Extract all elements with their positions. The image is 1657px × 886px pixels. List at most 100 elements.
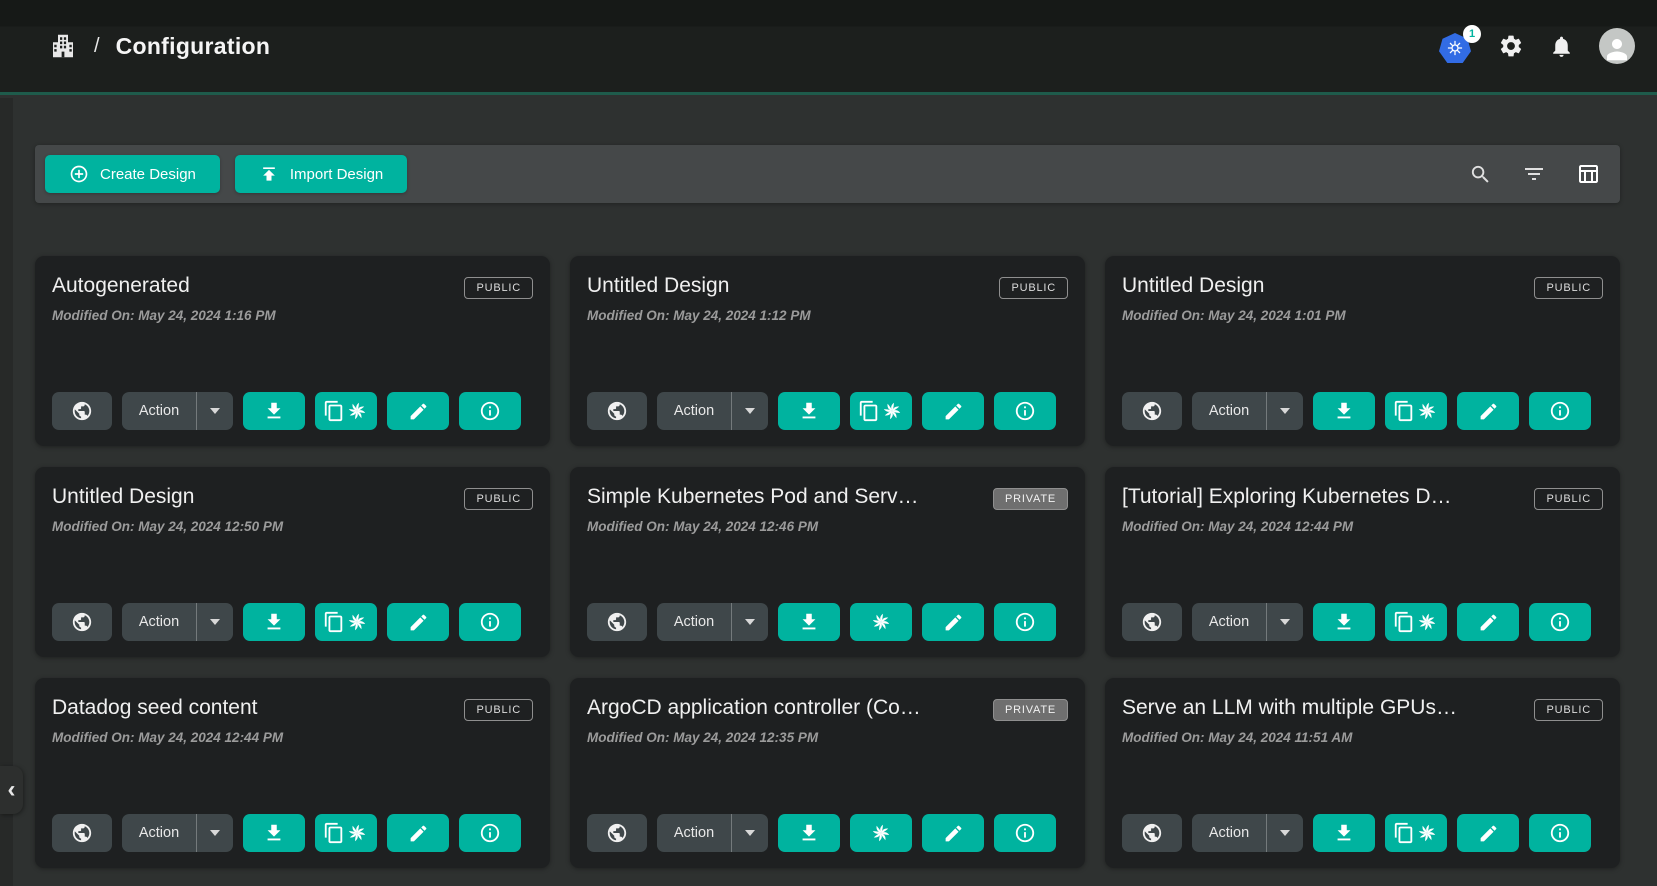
edit-button[interactable] [387,603,449,641]
sidebar-expand-tab[interactable]: ‹ [0,766,23,814]
download-button[interactable] [778,814,840,852]
download-button[interactable] [243,814,305,852]
action-dropdown-toggle[interactable] [196,392,233,430]
design-title: ArgoCD application controller (Co… [587,696,921,720]
import-design-label: Import Design [290,166,383,183]
meshery-swirl-icon [345,821,369,845]
action-button[interactable]: Action [657,603,731,641]
action-dropdown-toggle[interactable] [1266,814,1303,852]
search-icon [1469,163,1492,186]
visibility-globe-button[interactable] [52,392,112,430]
settings-button[interactable] [1498,33,1524,59]
info-icon [1549,822,1571,844]
download-button[interactable] [778,603,840,641]
download-button[interactable] [1313,392,1375,430]
clone-button[interactable] [315,603,377,641]
action-dropdown-toggle[interactable] [731,814,768,852]
clone-button[interactable] [315,392,377,430]
visibility-globe-button[interactable] [587,603,647,641]
design-modified-date: Modified On: May 24, 2024 12:44 PM [1122,519,1452,534]
clone-button[interactable] [850,392,912,430]
kubernetes-context-button[interactable]: 1 [1439,30,1473,62]
download-button[interactable] [243,392,305,430]
design-modified-date: Modified On: May 24, 2024 12:44 PM [52,730,283,745]
meshery-swirl-icon [1415,821,1439,845]
info-button[interactable] [994,603,1056,641]
action-button[interactable]: Action [1192,392,1266,430]
visibility-globe-button[interactable] [587,814,647,852]
info-button[interactable] [994,814,1056,852]
action-dropdown-toggle[interactable] [1266,392,1303,430]
user-avatar-button[interactable] [1599,28,1635,64]
visibility-globe-button[interactable] [1122,814,1182,852]
notifications-button[interactable] [1549,34,1574,59]
visibility-globe-button[interactable] [1122,392,1182,430]
download-button[interactable] [778,392,840,430]
edit-pencil-icon [943,823,964,844]
search-button[interactable] [1469,163,1492,186]
globe-icon [606,822,628,844]
clone-button[interactable] [1385,814,1447,852]
action-button[interactable]: Action [657,814,731,852]
action-dropdown-toggle[interactable] [1266,603,1303,641]
visibility-globe-button[interactable] [587,392,647,430]
clone-button[interactable] [850,814,912,852]
filter-button[interactable] [1522,162,1546,186]
info-icon [479,611,501,633]
action-button[interactable]: Action [122,814,196,852]
breadcrumb-separator: / [94,35,100,58]
info-button[interactable] [459,603,521,641]
action-split-button: Action [122,392,233,430]
action-button[interactable]: Action [1192,603,1266,641]
edit-button[interactable] [387,392,449,430]
design-card: Untitled Design Modified On: May 24, 202… [35,467,550,657]
edit-button[interactable] [1457,603,1519,641]
clone-button[interactable] [850,603,912,641]
visibility-badge: PUBLIC [464,277,533,299]
download-button[interactable] [1313,814,1375,852]
organization-icon[interactable] [48,31,78,61]
edit-button[interactable] [922,814,984,852]
copy-icon [1393,400,1415,422]
edit-button[interactable] [922,603,984,641]
visibility-badge: PUBLIC [1534,699,1603,721]
action-dropdown-toggle[interactable] [196,814,233,852]
design-card: Serve an LLM with multiple GPUs… Modifie… [1105,678,1620,868]
edit-button[interactable] [1457,392,1519,430]
download-button[interactable] [1313,603,1375,641]
action-dropdown-toggle[interactable] [731,392,768,430]
download-button[interactable] [243,603,305,641]
action-split-button: Action [122,814,233,852]
info-button[interactable] [1529,814,1591,852]
action-dropdown-toggle[interactable] [196,603,233,641]
action-button[interactable]: Action [657,392,731,430]
action-button[interactable]: Action [122,392,196,430]
info-button[interactable] [994,392,1056,430]
card-action-bar: Action [52,814,533,852]
clone-button[interactable] [1385,603,1447,641]
info-button[interactable] [1529,392,1591,430]
card-action-bar: Action [587,392,1068,430]
globe-icon [1141,611,1163,633]
info-button[interactable] [459,392,521,430]
visibility-globe-button[interactable] [1122,603,1182,641]
clone-button[interactable] [315,814,377,852]
create-design-button[interactable]: Create Design [45,155,220,193]
info-button[interactable] [1529,603,1591,641]
visibility-globe-button[interactable] [52,603,112,641]
info-button[interactable] [459,814,521,852]
meshery-swirl-icon [869,610,893,634]
action-dropdown-toggle[interactable] [731,603,768,641]
edit-button[interactable] [1457,814,1519,852]
edit-button[interactable] [387,814,449,852]
clone-button[interactable] [1385,392,1447,430]
person-icon [1602,34,1632,64]
design-modified-date: Modified On: May 24, 2024 12:50 PM [52,519,283,534]
action-button[interactable]: Action [122,603,196,641]
table-view-button[interactable] [1576,162,1600,186]
edit-button[interactable] [922,392,984,430]
import-design-button[interactable]: Import Design [235,155,407,193]
action-button[interactable]: Action [1192,814,1266,852]
visibility-globe-button[interactable] [52,814,112,852]
chevron-down-icon [210,619,220,625]
